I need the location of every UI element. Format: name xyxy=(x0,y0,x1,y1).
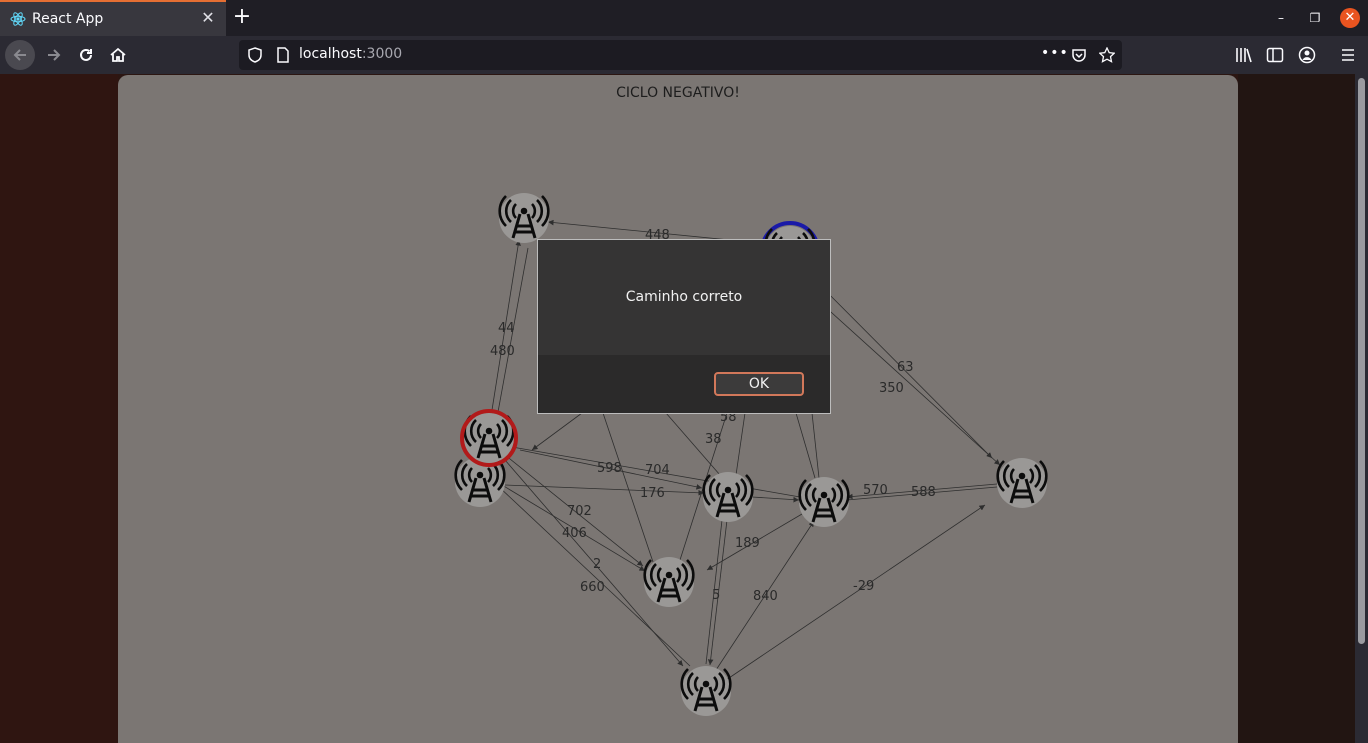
edge-label: 570 xyxy=(863,483,888,498)
edge-label: 44 xyxy=(498,321,515,336)
scrollbar-thumb[interactable] xyxy=(1358,78,1365,644)
edge-label: 63 xyxy=(897,360,914,375)
graph-node[interactable] xyxy=(642,555,696,609)
radio-tower-icon xyxy=(995,456,1049,510)
edge-label: 5 xyxy=(712,588,720,603)
graph-node[interactable] xyxy=(679,664,733,718)
edge-label: 588 xyxy=(911,485,936,500)
graph-edge xyxy=(811,412,820,479)
edge-label: 189 xyxy=(735,536,760,551)
page-scrollbar[interactable] xyxy=(1355,74,1368,743)
graph-node[interactable] xyxy=(797,475,851,529)
edge-label: 176 xyxy=(640,486,665,501)
alert-body: Caminho correto xyxy=(538,240,830,355)
graph-edge xyxy=(531,412,583,451)
graph-node[interactable] xyxy=(701,470,755,524)
graph-edge xyxy=(735,412,746,476)
graph-edge xyxy=(504,484,705,496)
radio-tower-icon xyxy=(642,555,696,609)
ok-button[interactable]: OK xyxy=(714,372,804,396)
radio-tower-icon xyxy=(679,664,733,718)
edge-label: 840 xyxy=(753,589,778,604)
edge-label: 38 xyxy=(705,432,722,447)
alert-message: Caminho correto xyxy=(625,289,743,305)
radio-tower-icon xyxy=(462,411,516,465)
radio-tower-icon xyxy=(701,470,755,524)
edge-label: 480 xyxy=(490,344,515,359)
edge-label: 704 xyxy=(645,463,670,478)
edge-label: 660 xyxy=(580,580,605,595)
edge-label: 350 xyxy=(879,381,904,396)
graph-node[interactable] xyxy=(497,191,551,245)
edge-label: 406 xyxy=(562,526,587,541)
edge-label: 598 xyxy=(597,461,622,476)
graph-edge xyxy=(795,412,816,479)
graph-edge xyxy=(751,496,800,503)
alert-dialog: Caminho correto OK xyxy=(537,239,831,414)
radio-tower-icon xyxy=(497,191,551,245)
graph-node[interactable] xyxy=(995,456,1049,510)
edge-label: 702 xyxy=(567,504,592,519)
edge-label: -29 xyxy=(853,579,874,594)
edge-label: 2 xyxy=(593,557,601,572)
radio-tower-icon xyxy=(797,475,851,529)
graph-node[interactable] xyxy=(460,409,518,467)
